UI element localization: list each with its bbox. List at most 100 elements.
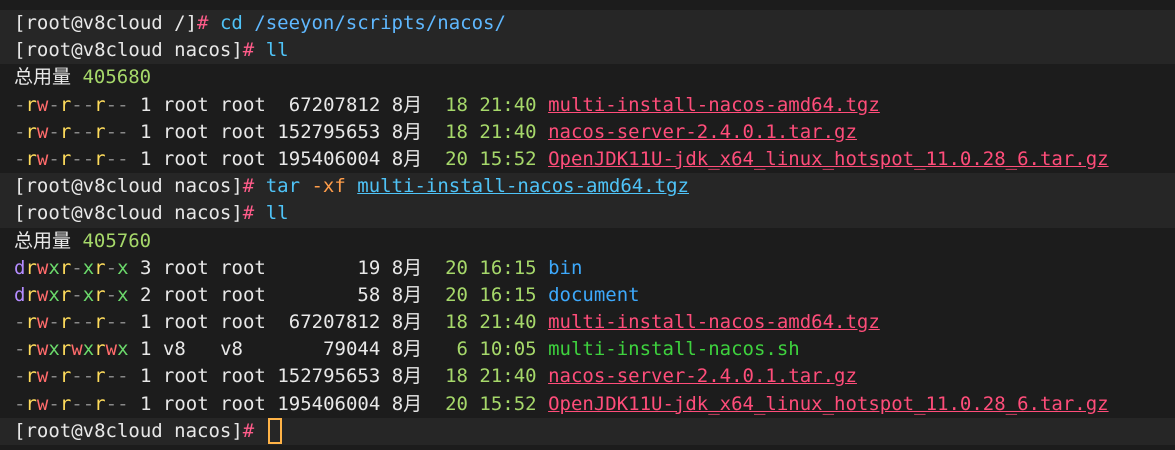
file-size: 79044 (277, 338, 381, 361)
prompt-line-ll: [root@v8cloud nacos]# ll (0, 37, 1175, 65)
file-row: -rw-r--r-- 1 root root 195406004 8月 20 1… (0, 391, 1175, 418)
prompt-hash: # (197, 12, 209, 34)
file-links: 1 (139, 311, 152, 334)
file-name[interactable]: multi-install-nacos-amd64.tgz (548, 94, 880, 116)
file-day: 20 (445, 256, 468, 279)
file-month: 8月 (391, 311, 423, 334)
file-day: 20 (445, 392, 468, 415)
prompt-text: [root@v8cloud nacos] (14, 419, 243, 442)
file-row: -rw-r--r-- 1 root root 152795653 8月 18 2… (0, 363, 1175, 390)
file-owner: root (162, 392, 209, 415)
file-group: root (220, 283, 266, 306)
prompt-hash: # (242, 202, 255, 225)
file-links: 1 (139, 120, 152, 143)
file-name[interactable]: nacos-server-2.4.0.1.tar.gz (548, 121, 857, 143)
file-size: 67207812 (277, 311, 381, 334)
file-time: 21:40 (479, 120, 537, 143)
file-owner: root (162, 147, 209, 170)
file-row: -rw-r--r-- 1 root root 67207812 8月 18 21… (0, 92, 1175, 119)
file-time: 21:40 (479, 311, 537, 334)
file-group: root (220, 392, 266, 415)
command-argument: multi-install-nacos-amd64.tgz (357, 175, 689, 198)
file-links: 1 (139, 365, 152, 388)
file-owner: root (162, 93, 209, 116)
file-owner: root (162, 311, 209, 334)
total-value: 405680 (82, 66, 152, 89)
prompt-hash: # (242, 419, 255, 442)
text-cursor[interactable] (267, 418, 282, 445)
file-name[interactable]: multi-install-nacos.sh (548, 338, 800, 360)
prompt-hash: # (242, 39, 255, 62)
file-permissions: -rw-r--r-- (14, 147, 129, 170)
command-name: tar (265, 175, 301, 198)
prompt-line-ll: [root@v8cloud nacos]# ll (0, 200, 1175, 228)
file-size: 152795653 (277, 365, 381, 388)
prompt-text: [root@v8cloud nacos] (14, 202, 243, 225)
file-time: 16:15 (479, 283, 537, 306)
file-links: 1 (139, 338, 152, 361)
file-row: -rwxrwxrwx 1 v8 v8 79044 8月 6 10:05 mult… (0, 336, 1175, 363)
total-label: 总用量 (14, 229, 72, 252)
file-day: 20 (445, 147, 468, 170)
total-value: 405760 (82, 229, 152, 252)
terminal-window[interactable]: [root@v8cloud /]# cd /seeyon/scripts/nac… (0, 0, 1175, 450)
prompt-text: [root@v8cloud nacos] (14, 175, 243, 198)
file-links: 1 (139, 93, 152, 116)
file-size: 195406004 (277, 392, 381, 415)
file-links: 2 (139, 283, 152, 306)
file-permissions: drwxr-xr-x (14, 283, 129, 306)
prompt-line-tar: [root@v8cloud nacos]# tar -xf multi-inst… (0, 173, 1175, 201)
total-label: 总用量 (14, 66, 72, 89)
command-name: ll (265, 39, 289, 62)
file-links: 3 (139, 256, 152, 279)
file-row: drwxr-xr-x 2 root root 58 8月 20 16:15 do… (0, 282, 1175, 309)
file-day: 18 (445, 365, 468, 388)
file-month: 8月 (391, 365, 423, 388)
file-size: 152795653 (277, 120, 381, 143)
file-size: 19 (277, 256, 381, 279)
file-time: 16:15 (479, 256, 537, 279)
total-line: 总用量 405680 (0, 64, 1175, 91)
file-name[interactable]: nacos-server-2.4.0.1.tar.gz (548, 365, 857, 387)
file-month: 8月 (391, 392, 423, 415)
command-name: ll (265, 202, 289, 225)
file-group: root (220, 311, 266, 334)
file-permissions: -rw-r--r-- (14, 365, 129, 388)
file-month: 8月 (391, 93, 423, 116)
prompt-line-active[interactable]: [root@v8cloud nacos]# (0, 417, 1175, 445)
file-owner: root (162, 283, 209, 306)
file-group: root (220, 147, 266, 170)
file-links: 1 (139, 147, 152, 170)
file-permissions: -rw-r--r-- (14, 93, 129, 116)
file-name[interactable]: multi-install-nacos-amd64.tgz (548, 311, 880, 333)
file-time: 15:52 (479, 392, 537, 415)
file-row: -rw-r--r-- 1 root root 195406004 8月 20 1… (0, 146, 1175, 173)
file-listing: -rw-r--r-- 1 root root 67207812 8月 18 21… (0, 92, 1175, 174)
file-size: 58 (277, 283, 381, 306)
file-month: 8月 (391, 256, 423, 279)
file-name[interactable]: document (548, 284, 640, 306)
file-row: -rw-r--r-- 1 root root 67207812 8月 18 21… (0, 309, 1175, 336)
file-owner: root (162, 365, 209, 388)
file-month: 8月 (391, 283, 423, 306)
prompt-text: [root@v8cloud /] (14, 12, 198, 34)
file-owner: root (162, 120, 209, 143)
file-name[interactable]: OpenJDK11U-jdk_x64_linux_hotspot_11.0.28… (548, 393, 1109, 415)
file-owner: root (162, 256, 209, 279)
file-time: 10:05 (479, 338, 537, 361)
file-name[interactable]: OpenJDK11U-jdk_x64_linux_hotspot_11.0.28… (548, 148, 1109, 170)
file-links: 1 (139, 392, 152, 415)
file-permissions: drwxr-xr-x (14, 256, 129, 279)
file-group: v8 (220, 338, 266, 361)
file-name[interactable]: bin (548, 257, 582, 279)
file-size: 195406004 (277, 147, 381, 170)
file-owner: v8 (162, 338, 209, 361)
command-argument: /seeyon/scripts/nacos/ (254, 12, 506, 34)
file-day: 18 (445, 120, 468, 143)
file-permissions: -rw-r--r-- (14, 392, 129, 415)
file-day: 20 (445, 283, 468, 306)
file-group: root (220, 256, 266, 279)
file-time: 21:40 (479, 365, 537, 388)
file-permissions: -rw-r--r-- (14, 120, 129, 143)
file-permissions: -rwxrwxrwx (14, 338, 129, 361)
